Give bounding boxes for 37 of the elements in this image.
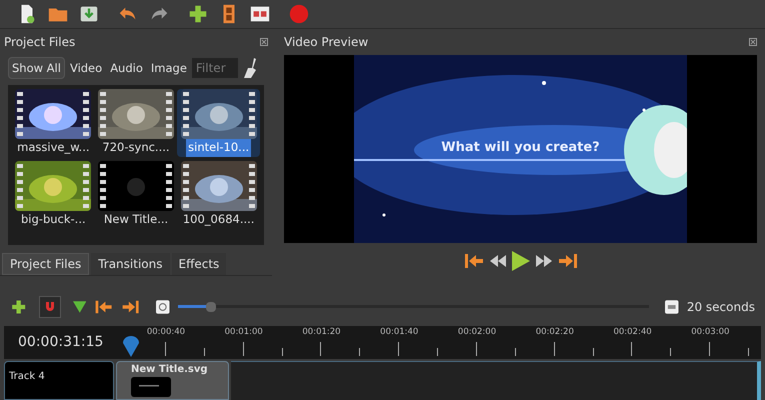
time-display: 00:00:31:15 [18,332,104,352]
panel-title: Video Preview [284,34,368,52]
panel-tab[interactable]: Transitions [91,253,170,276]
file-item[interactable]: 720-sync.... [94,89,178,157]
file-item[interactable]: sintel-10... [177,89,260,157]
ruler-label: 00:01:00 [224,326,263,338]
panel-tab[interactable]: Effects [172,253,226,276]
filter-field[interactable]: Filter [192,58,238,78]
clip-name: New Title.svg [131,362,209,377]
file-name: sintel-10... [186,139,252,157]
file-name: New Title... [102,210,170,228]
overlay-text: What will you create? [440,139,601,158]
file-name: massive_w... [16,139,91,156]
file-item[interactable]: 100_0684.... [177,160,260,228]
track-name: Track 4 [9,370,45,382]
file-name: 720-sync.... [101,139,171,156]
ruler-label: 00:03:00 [691,326,730,338]
ruler-label: 00:00:40 [146,326,186,338]
zoom-label: 20 seconds [686,298,755,316]
ruler-label: 00:01:20 [302,326,341,338]
track-header[interactable]: Track 4 [4,360,114,400]
filter-tab[interactable]: Show All [8,57,65,80]
panel-tab[interactable]: Project Files [2,253,90,276]
filter-tab[interactable]: Audio [107,57,146,80]
file-item[interactable]: massive_w... [12,89,95,157]
file-name: big-buck-... [20,210,87,228]
ruler-label: 00:02:40 [613,326,652,338]
panel-title: Project Files [4,34,76,52]
ruler-label: 00:02:20 [536,326,574,338]
timeline-clip[interactable]: New Title.svg [116,360,229,400]
ruler-label: 00:01:40 [380,326,418,338]
file-name: 100_0684.... [182,210,256,228]
file-item[interactable]: New Title... [94,160,178,228]
file-item[interactable]: big-buck-... [12,160,95,228]
filter-tab[interactable]: Image [148,57,190,80]
ruler-label: 00:02:00 [458,326,496,338]
filter-tab[interactable]: Video [66,57,106,80]
